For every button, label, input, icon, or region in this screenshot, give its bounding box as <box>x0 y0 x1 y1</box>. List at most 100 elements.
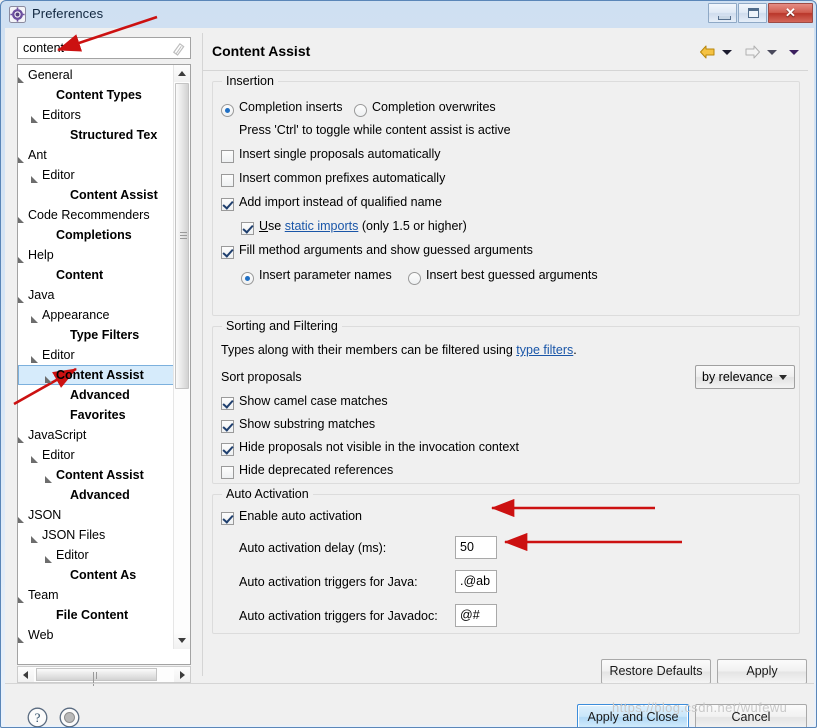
hide-deprecated-checkbox[interactable] <box>221 466 234 479</box>
completion-inserts-label: Completion inserts <box>239 100 343 114</box>
scroll-up-button[interactable] <box>174 65 190 82</box>
restore-defaults-button[interactable]: Restore Defaults <box>601 659 711 684</box>
eraser-icon[interactable] <box>171 41 186 56</box>
tree-item[interactable]: JSON <box>18 505 176 525</box>
type-filters-link[interactable]: type filters <box>516 343 573 357</box>
expand-arrow-icon[interactable] <box>44 471 53 483</box>
use-static-imports-checkbox[interactable] <box>241 222 254 235</box>
hide-proposals-checkbox[interactable] <box>221 443 234 456</box>
tree-item-label: Structured Tex <box>70 128 158 142</box>
tree-item[interactable]: Advanced <box>18 485 176 505</box>
expand-arrow-icon[interactable] <box>18 151 25 163</box>
maximize-button[interactable] <box>738 3 767 23</box>
scroll-left-button[interactable] <box>18 667 34 682</box>
tree-item[interactable]: Team <box>18 585 176 605</box>
apply-button[interactable]: Apply <box>717 659 807 684</box>
insert-best-guessed-radio[interactable] <box>408 272 421 285</box>
tree-item[interactable]: Content Types <box>18 85 176 105</box>
completion-inserts-radio[interactable] <box>221 104 234 117</box>
expand-arrow-icon[interactable] <box>18 591 25 603</box>
minimize-button[interactable] <box>708 3 737 23</box>
back-menu-chevron-down-icon[interactable] <box>722 49 732 55</box>
show-camel-case-checkbox[interactable] <box>221 397 234 410</box>
auto-activation-delay-input[interactable]: 50 <box>455 536 497 559</box>
preferences-tree-pane: General Content Types Editors Structured Te… <box>13 33 195 686</box>
vertical-scroll-thumb[interactable] <box>175 83 189 389</box>
preferences-tree[interactable]: General Content Types Editors Structured Te… <box>17 64 191 665</box>
tree-item[interactable]: Editor <box>18 445 176 465</box>
tree-item[interactable]: Java <box>18 285 176 305</box>
triangle-up-icon <box>178 71 186 76</box>
expand-arrow-icon[interactable] <box>30 531 39 543</box>
tree-vertical-scrollbar[interactable] <box>173 65 190 649</box>
expand-arrow-icon[interactable] <box>30 171 39 183</box>
tree-item[interactable]: Content <box>18 265 176 285</box>
expand-arrow-icon[interactable] <box>44 371 53 383</box>
circle-icon[interactable] <box>59 707 80 728</box>
filter-search-box[interactable] <box>17 37 191 59</box>
forward-menu-chevron-down-icon[interactable] <box>767 49 777 55</box>
expand-arrow-icon[interactable] <box>18 211 25 223</box>
tree-item[interactable]: JSON Files <box>18 525 176 545</box>
insert-common-prefixes-checkbox[interactable] <box>221 174 234 187</box>
tree-item[interactable]: Advanced <box>18 385 176 405</box>
tree-item[interactable]: Ant <box>18 145 176 165</box>
fill-method-arguments-checkbox[interactable] <box>221 246 234 259</box>
search-input[interactable] <box>23 41 158 55</box>
expand-arrow-icon[interactable] <box>30 311 39 323</box>
tree-item[interactable]: Help <box>18 245 176 265</box>
page-menu-chevron-down-icon[interactable] <box>789 49 799 55</box>
tree-item[interactable]: Editor <box>18 165 176 185</box>
tree-item[interactable]: Editor <box>18 545 176 565</box>
insert-common-prefixes-label: Insert common prefixes automatically <box>239 171 446 185</box>
tree-item[interactable]: Structured Tex <box>18 125 176 145</box>
expand-arrow-icon[interactable] <box>44 551 53 563</box>
java-triggers-input[interactable]: .@ab <box>455 570 497 593</box>
tree-item[interactable]: Editors <box>18 105 176 125</box>
enable-auto-activation-checkbox[interactable] <box>221 512 234 525</box>
close-button[interactable]: ✕ <box>768 3 813 23</box>
add-import-checkbox[interactable] <box>221 198 234 211</box>
expand-arrow-icon[interactable] <box>18 631 25 643</box>
tree-item[interactable]: File Content <box>18 605 176 625</box>
expand-arrow-icon[interactable] <box>18 291 25 303</box>
tree-horizontal-scrollbar[interactable] <box>17 666 191 686</box>
expand-arrow-icon[interactable] <box>18 251 25 263</box>
expand-arrow-icon[interactable] <box>30 111 39 123</box>
expand-arrow-icon[interactable] <box>18 511 25 523</box>
tree-item-label: Content Assist <box>56 468 144 482</box>
window-title: Preferences <box>32 6 104 21</box>
tree-item[interactable]: Content Assist <box>18 185 176 205</box>
tree-item[interactable]: Content As <box>18 565 176 585</box>
expand-arrow-icon[interactable] <box>30 351 39 363</box>
tree-item[interactable]: General <box>18 65 176 85</box>
expand-arrow-icon[interactable] <box>18 71 25 83</box>
tree-item[interactable]: Type Filters <box>18 325 176 345</box>
expand-arrow-icon[interactable] <box>18 431 25 443</box>
scroll-right-button[interactable] <box>174 667 190 682</box>
tree-item[interactable]: Completions <box>18 225 176 245</box>
horizontal-scroll-thumb[interactable] <box>36 668 157 686</box>
tree-item[interactable]: Web <box>18 625 176 645</box>
sort-proposals-combo[interactable]: by relevance <box>695 365 795 389</box>
question-mark-icon[interactable]: ? <box>27 707 48 728</box>
tree-item[interactable]: Content Assist <box>18 465 176 485</box>
javadoc-triggers-input[interactable]: @# <box>455 604 497 627</box>
insert-single-proposals-checkbox[interactable] <box>221 150 234 163</box>
show-substring-checkbox[interactable] <box>221 420 234 433</box>
sorting-group-title: Sorting and Filtering <box>222 319 342 333</box>
tree-item[interactable]: Content Assist <box>18 365 176 385</box>
scroll-down-button[interactable] <box>174 632 190 649</box>
tree-item[interactable]: Favorites <box>18 405 176 425</box>
completion-overwrites-radio[interactable] <box>354 104 367 117</box>
insert-parameter-names-radio[interactable] <box>241 272 254 285</box>
tree-item[interactable]: Editor <box>18 345 176 365</box>
tree-item[interactable]: Appearance <box>18 305 176 325</box>
static-imports-link[interactable]: static imports <box>285 219 359 233</box>
triangle-left-icon <box>23 671 28 679</box>
tree-item[interactable]: JavaScript <box>18 425 176 445</box>
expand-arrow-icon[interactable] <box>30 451 39 463</box>
back-arrow-icon[interactable] <box>699 45 716 59</box>
tree-item[interactable]: Code Recommenders <box>18 205 176 225</box>
auto-activation-group: Auto Activation Enable auto activation A… <box>212 487 800 634</box>
